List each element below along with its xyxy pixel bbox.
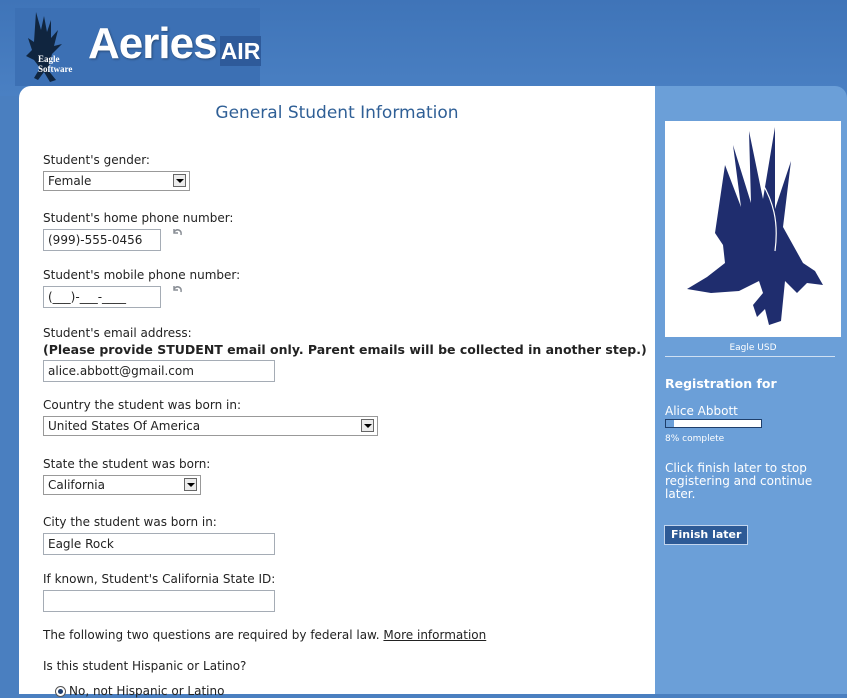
eagle-software-text: Eagle Software <box>38 54 73 74</box>
email-field: Student's email address: (Please provide… <box>43 326 647 382</box>
registration-sidebar: Eagle USD Registration for Alice Abbott … <box>655 86 847 694</box>
country-select[interactable]: United States Of America <box>43 416 378 436</box>
hispanic-option-no[interactable]: No, not Hispanic or Latino <box>55 684 224 698</box>
more-information-link[interactable]: More information <box>383 628 486 642</box>
district-logo-image <box>665 121 841 337</box>
header-bar: Eagle Software Aeries AIR <box>0 0 847 96</box>
undo-icon[interactable] <box>171 227 183 239</box>
state-select-value: California <box>48 478 105 492</box>
radio-icon[interactable] <box>55 686 66 697</box>
state-id-field: If known, Student's California State ID: <box>43 572 275 612</box>
country-field: Country the student was born in: United … <box>43 398 378 436</box>
federal-note-text: The following two questions are required… <box>43 628 380 642</box>
state-select[interactable]: California <box>43 475 201 495</box>
city-field: City the student was born in: Eagle Rock <box>43 515 275 555</box>
hispanic-option-label: No, not Hispanic or Latino <box>69 684 225 698</box>
country-label: Country the student was born in: <box>43 398 241 412</box>
gender-select[interactable]: Female <box>43 171 190 191</box>
air-badge: AIR <box>220 36 261 66</box>
city-label: City the student was born in: <box>43 515 217 529</box>
finish-later-button[interactable]: Finish later <box>664 525 749 545</box>
state-label: State the student was born: <box>43 457 211 471</box>
finish-later-message: Click finish later to stop registering a… <box>665 461 813 501</box>
undo-icon[interactable] <box>171 284 183 296</box>
hispanic-question: Is this student Hispanic or Latino? <box>43 659 247 673</box>
gender-label: Student's gender: <box>43 153 150 167</box>
registration-for-heading: Registration for <box>665 376 777 391</box>
district-name: Eagle USD <box>729 343 777 353</box>
mobile-phone-input[interactable]: (___)-___-____ <box>43 286 161 308</box>
email-label: Student's email address: <box>43 326 192 340</box>
eagle-logo-icon <box>687 127 823 325</box>
country-select-value: United States Of America <box>48 419 201 433</box>
home-phone-input[interactable]: (999)-555-0456 <box>43 229 161 251</box>
student-name: Alice Abbott <box>665 404 738 418</box>
state-id-input[interactable] <box>43 590 275 612</box>
federal-law-note: The following two questions are required… <box>43 628 486 642</box>
page-title: General Student Information <box>215 103 459 123</box>
form-panel: General Student Information Student's ge… <box>19 86 655 698</box>
home-phone-field: Student's home phone number: (999)-555-0… <box>43 211 233 251</box>
state-id-label: If known, Student's California State ID: <box>43 572 276 586</box>
state-field: State the student was born: California <box>43 457 210 495</box>
city-input[interactable]: Eagle Rock <box>43 533 275 555</box>
sidebar-divider <box>665 356 835 357</box>
mobile-phone-field: Student's mobile phone number: (___)-___… <box>43 268 240 308</box>
progress-text: 8% complete <box>665 434 725 444</box>
dropdown-arrow-icon[interactable] <box>173 174 186 187</box>
progress-bar <box>665 419 762 428</box>
email-note: (Please provide STUDENT email only. Pare… <box>43 342 647 357</box>
email-input[interactable]: alice.abbott@gmail.com <box>43 360 275 382</box>
progress-bar-fill <box>666 420 674 427</box>
aeries-wordmark: Aeries <box>88 19 218 68</box>
gender-select-value: Female <box>48 174 92 188</box>
mobile-phone-label: Student's mobile phone number: <box>43 268 241 282</box>
eagle-logo-icon <box>26 12 62 82</box>
dropdown-arrow-icon[interactable] <box>361 419 374 432</box>
gender-field: Student's gender: Female <box>43 153 190 191</box>
home-phone-label: Student's home phone number: <box>43 211 234 225</box>
dropdown-arrow-icon[interactable] <box>184 478 197 491</box>
aeries-air-logo: Eagle Software Aeries AIR <box>15 8 261 86</box>
